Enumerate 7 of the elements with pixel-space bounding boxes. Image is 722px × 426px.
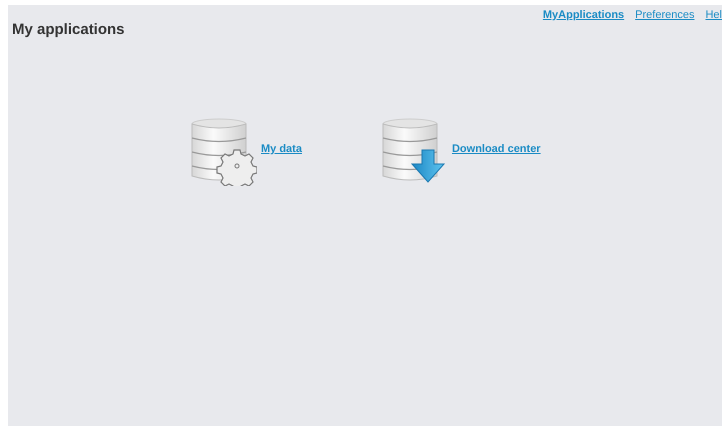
database-gear-icon[interactable] <box>191 118 257 186</box>
nav-link[interactable]: Hel <box>705 9 722 21</box>
app-link[interactable]: My data <box>261 143 302 155</box>
nav-link[interactable]: MyApplications <box>542 9 624 21</box>
page-title: My applications <box>12 21 125 38</box>
app-link[interactable]: Download center <box>452 143 541 155</box>
nav-link[interactable]: Preferences <box>635 9 694 21</box>
